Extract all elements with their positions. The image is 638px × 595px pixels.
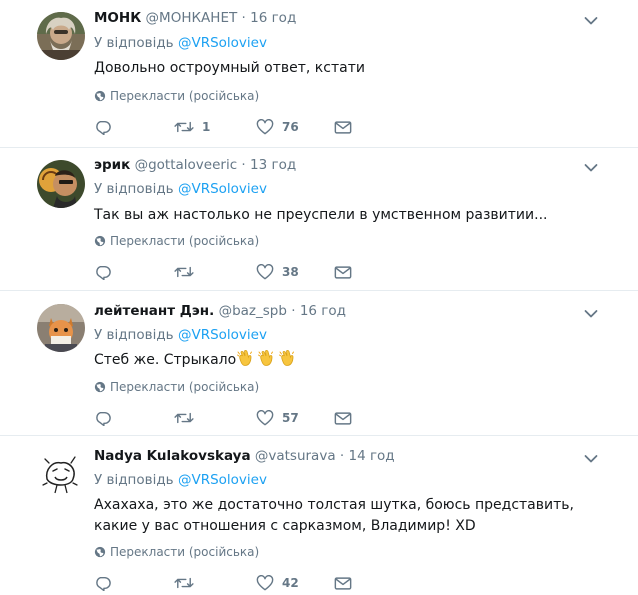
- reply-icon: [94, 410, 112, 426]
- tweet[interactable]: лейтенант Дэн. @baz_spb · 16 год У відпо…: [0, 291, 638, 436]
- translate-label: Перекласти (російська): [110, 234, 260, 248]
- chevron-down-icon[interactable]: [584, 16, 598, 26]
- like-count: 38: [282, 265, 299, 279]
- tweet-text: Стеб же. Стрыкало: [94, 352, 237, 368]
- reply-mention-link[interactable]: @VRSoloviev: [178, 181, 267, 197]
- reply-icon: [94, 264, 112, 280]
- direct-message-button[interactable]: [334, 409, 352, 427]
- retweet-icon: [174, 410, 194, 426]
- direct-message-button[interactable]: [334, 118, 352, 136]
- clapping-hands-icon: [278, 349, 296, 367]
- separator: ·: [241, 10, 246, 26]
- retweet-button[interactable]: 1: [174, 118, 210, 136]
- reply-icon: [94, 575, 112, 591]
- tweet-feed: МОНК @МОНКАНЕТ · 16 год У відповідь @VRS…: [0, 0, 638, 595]
- tweet-text: Так вы аж настолько не преуспели в умств…: [94, 207, 548, 223]
- display-name[interactable]: Nadya Kulakovskaya: [94, 448, 251, 464]
- reply-mention-link[interactable]: @VRSoloviev: [178, 35, 267, 51]
- like-button[interactable]: 42: [256, 574, 299, 592]
- separator: ·: [241, 157, 246, 173]
- reply-button[interactable]: [94, 263, 112, 281]
- user-handle[interactable]: @gottaloveeric: [135, 157, 238, 173]
- display-name[interactable]: эрик: [94, 157, 130, 173]
- avatar[interactable]: [37, 160, 85, 208]
- retweet-button[interactable]: [174, 263, 202, 281]
- tweet[interactable]: Nadya Kulakovskaya @vatsurava · 14 год У…: [0, 436, 638, 595]
- heart-icon: [256, 410, 274, 426]
- retweet-icon: [174, 575, 194, 591]
- user-handle[interactable]: @baz_spb: [219, 303, 287, 319]
- retweet-button[interactable]: [174, 574, 202, 592]
- reply-button[interactable]: [94, 409, 112, 427]
- timestamp[interactable]: 14 год: [348, 448, 394, 464]
- heart-icon: [256, 575, 274, 591]
- retweet-icon: [174, 119, 194, 135]
- heart-icon: [256, 264, 274, 280]
- tweet[interactable]: МОНК @МОНКАНЕТ · 16 год У відповідь @VRS…: [0, 0, 638, 148]
- tweet-actions: 1 76: [94, 118, 364, 138]
- timestamp[interactable]: 16 год: [250, 10, 296, 26]
- clapping-hands-icon: [236, 349, 254, 367]
- reply-prefix: У відповідь: [94, 35, 174, 51]
- translate-label: Перекласти (російська): [110, 380, 260, 394]
- tweet-text: Довольно остроумный ответ, кстати: [94, 60, 365, 76]
- globe-icon: [94, 90, 106, 102]
- timestamp[interactable]: 16 год: [300, 303, 346, 319]
- retweet-count: 1: [202, 120, 211, 134]
- envelope-icon: [334, 411, 352, 426]
- reply-button[interactable]: [94, 574, 112, 592]
- clapping-hands-icon: [257, 349, 275, 367]
- like-count: 76: [282, 120, 299, 134]
- timestamp[interactable]: 13 год: [250, 157, 296, 173]
- reply-mention-link[interactable]: @VRSoloviev: [178, 472, 267, 488]
- globe-icon: [94, 235, 106, 247]
- separator: ·: [291, 303, 296, 319]
- tweet-text-container: Стеб же. Стрыкало: [94, 349, 604, 371]
- like-count: 57: [282, 411, 299, 425]
- tweet-actions: 38: [94, 263, 364, 283]
- reply-prefix: У відповідь: [94, 472, 174, 488]
- like-count: 42: [282, 576, 299, 590]
- reply-icon: [94, 119, 112, 135]
- tweet-text: Ахахаха, это же достаточно толстая шутка…: [94, 497, 574, 534]
- user-handle[interactable]: @МОНКАНЕТ: [146, 10, 238, 26]
- separator: ·: [339, 448, 345, 464]
- like-button[interactable]: 38: [256, 263, 299, 281]
- envelope-icon: [334, 265, 352, 280]
- retweet-button[interactable]: [174, 409, 202, 427]
- envelope-icon: [334, 576, 352, 591]
- tweet-actions: 57: [94, 409, 364, 429]
- reply-prefix: У відповідь: [94, 181, 174, 197]
- tweet-actions: 42: [94, 574, 364, 594]
- like-button[interactable]: 57: [256, 409, 299, 427]
- avatar[interactable]: [37, 12, 85, 60]
- translate-link[interactable]: Перекласти (російська): [94, 89, 259, 103]
- direct-message-button[interactable]: [334, 263, 352, 281]
- chevron-down-icon[interactable]: [584, 163, 598, 173]
- heart-icon: [256, 119, 274, 135]
- avatar[interactable]: [37, 449, 85, 497]
- translate-link[interactable]: Перекласти (російська): [94, 380, 259, 394]
- direct-message-button[interactable]: [334, 574, 352, 592]
- chevron-down-icon[interactable]: [584, 309, 598, 319]
- chevron-down-icon[interactable]: [584, 454, 598, 464]
- translate-link[interactable]: Перекласти (російська): [94, 234, 259, 248]
- reply-mention-link[interactable]: @VRSoloviev: [178, 327, 267, 343]
- display-name[interactable]: лейтенант Дэн.: [94, 303, 214, 319]
- display-name[interactable]: МОНК: [94, 10, 141, 26]
- user-handle[interactable]: @vatsurava: [255, 448, 336, 464]
- like-button[interactable]: 76: [256, 118, 299, 136]
- translate-label: Перекласти (російська): [110, 545, 260, 559]
- reply-button[interactable]: [94, 118, 112, 136]
- tweet[interactable]: эрик @gottaloveeric · 13 год У відповідь…: [0, 148, 638, 291]
- translate-label: Перекласти (російська): [110, 89, 260, 103]
- reply-prefix: У відповідь: [94, 327, 174, 343]
- translate-link[interactable]: Перекласти (російська): [94, 545, 259, 559]
- avatar[interactable]: [37, 304, 85, 352]
- envelope-icon: [334, 120, 352, 135]
- globe-icon: [94, 381, 106, 393]
- globe-icon: [94, 546, 106, 558]
- retweet-icon: [174, 264, 194, 280]
